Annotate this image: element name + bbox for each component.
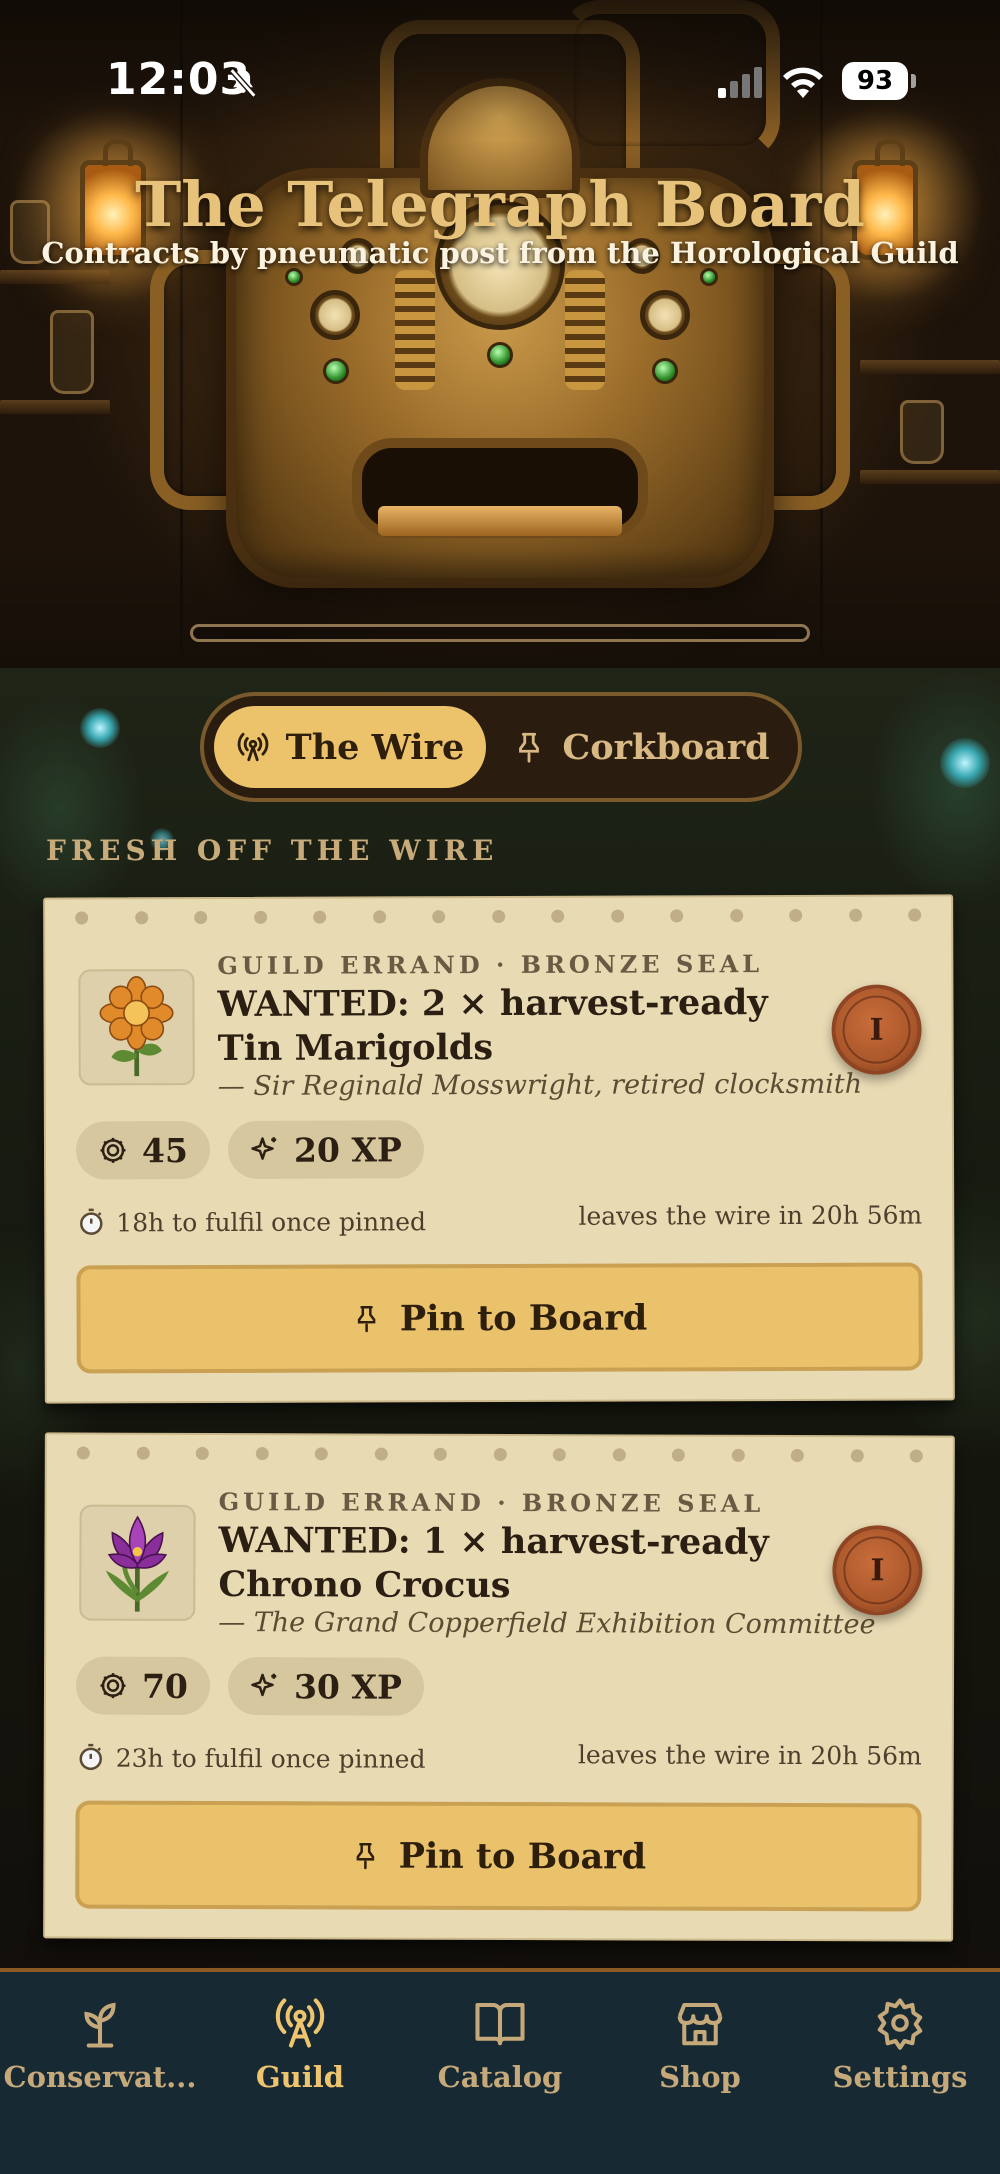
- pin-to-board-button[interactable]: Pin to Board: [76, 1262, 923, 1374]
- tier-seal-badge: I: [831, 984, 922, 1075]
- antenna-icon: [237, 732, 269, 762]
- tab-guild[interactable]: Guild: [200, 1972, 400, 2174]
- book-icon: [475, 2002, 525, 2046]
- tab-corkboard-label: Corkboard: [562, 726, 770, 768]
- contract-title: WANTED: 2 × harvest-ready Tin Marigolds: [217, 982, 768, 1069]
- fulfil-timer: 23h to fulfil once pinned: [76, 1743, 426, 1774]
- xp-reward: 20 XP: [227, 1120, 424, 1179]
- errand-label: GUILD ERRAND · BRONZE SEAL: [217, 949, 764, 980]
- coin-amount: 70: [141, 1666, 189, 1706]
- tier-seal-badge: I: [832, 1525, 923, 1616]
- pin-button-label: Pin to Board: [399, 1296, 648, 1339]
- xp-amount: 20 XP: [293, 1129, 402, 1170]
- coin-amount: 45: [141, 1130, 189, 1170]
- view-toggle: The Wire Corkboard: [200, 692, 802, 802]
- sparkle-icon: [251, 1137, 277, 1160]
- pin-icon: [519, 732, 540, 763]
- expiry-text: leaves the wire in 20h 56m: [577, 1740, 922, 1771]
- tab-the-wire[interactable]: The Wire: [214, 706, 486, 788]
- horizontal-scroll-indicator[interactable]: [190, 624, 810, 642]
- cellular-signal-icon: [718, 67, 762, 98]
- wifi-icon: [783, 67, 823, 98]
- expiry-text: leaves the wire in 20h 56m: [578, 1200, 923, 1231]
- pin-icon: [356, 1843, 375, 1870]
- bell-muted-icon: [229, 68, 257, 98]
- xp-amount: 30 XP: [293, 1666, 402, 1707]
- tab-label: Catalog: [437, 2060, 563, 2094]
- tab-shop[interactable]: Shop: [600, 1972, 800, 2174]
- errand-label: GUILD ERRAND · BRONZE SEAL: [218, 1487, 765, 1518]
- page-title: The Telegraph Board: [135, 168, 865, 241]
- tab-the-wire-label: The Wire: [285, 726, 465, 768]
- sprout-icon: [84, 2002, 116, 2048]
- antenna-icon: [275, 1998, 325, 2048]
- section-heading: FRESH OFF THE WIRE: [46, 834, 499, 867]
- battery-indicator: 93: [842, 62, 916, 100]
- contract-client: — The Grand Copperfield Exhibition Commi…: [218, 1607, 876, 1641]
- tab-corkboard[interactable]: Corkboard: [494, 706, 788, 788]
- pin-to-board-button[interactable]: Pin to Board: [75, 1800, 922, 1912]
- contract-card: GUILD ERRAND · BRONZE SEAL WANTED: 2 × h…: [43, 894, 955, 1404]
- flower-thumbnail: [79, 1504, 196, 1621]
- contract-title: WANTED: 1 × harvest-ready Chrono Crocus: [218, 1520, 769, 1607]
- store-icon: [677, 2002, 723, 2046]
- tab-label: Guild: [255, 2060, 345, 2094]
- page-subtitle: Contracts by pneumatic post from the Hor…: [41, 236, 959, 270]
- crocus-icon: [105, 1515, 169, 1612]
- paper-holes: [76, 1446, 923, 1464]
- tab-conservatory[interactable]: Conservat...: [0, 1972, 200, 2174]
- tab-label: Shop: [659, 2060, 741, 2094]
- fulfil-text: 18h to fulfil once pinned: [116, 1206, 427, 1237]
- tab-settings[interactable]: Settings: [800, 1972, 1000, 2174]
- stopwatch-icon: [79, 1743, 102, 1771]
- paper-holes: [75, 908, 922, 926]
- sparkle-icon: [251, 1673, 277, 1697]
- marigold-icon: [99, 976, 174, 1077]
- pin-button-label: Pin to Board: [398, 1835, 647, 1878]
- tab-label: Conservat...: [3, 2060, 197, 2094]
- coin-reward: 45: [75, 1121, 211, 1180]
- contract-client: — Sir Reginald Mosswright, retired clock…: [217, 1068, 863, 1102]
- pin-icon: [358, 1305, 376, 1333]
- tab-label: Settings: [832, 2060, 968, 2094]
- stopwatch-icon: [80, 1208, 103, 1235]
- xp-reward: 30 XP: [227, 1657, 424, 1716]
- gear-coin-icon: [100, 1137, 126, 1163]
- fulfil-timer: 18h to fulfil once pinned: [76, 1206, 426, 1237]
- bottom-tab-bar: Conservat... Guild Catalog Shop Settings: [0, 1968, 1000, 2174]
- status-bar: 12:03 93: [0, 0, 1000, 160]
- flower-thumbnail: [78, 969, 195, 1086]
- tab-catalog[interactable]: Catalog: [400, 1972, 600, 2174]
- coin-reward: 70: [75, 1656, 211, 1715]
- gear-coin-icon: [100, 1673, 126, 1699]
- gear-icon: [877, 1998, 923, 2050]
- contract-card: GUILD ERRAND · BRONZE SEAL WANTED: 1 × h…: [43, 1432, 955, 1942]
- fulfil-text: 23h to fulfil once pinned: [115, 1743, 426, 1774]
